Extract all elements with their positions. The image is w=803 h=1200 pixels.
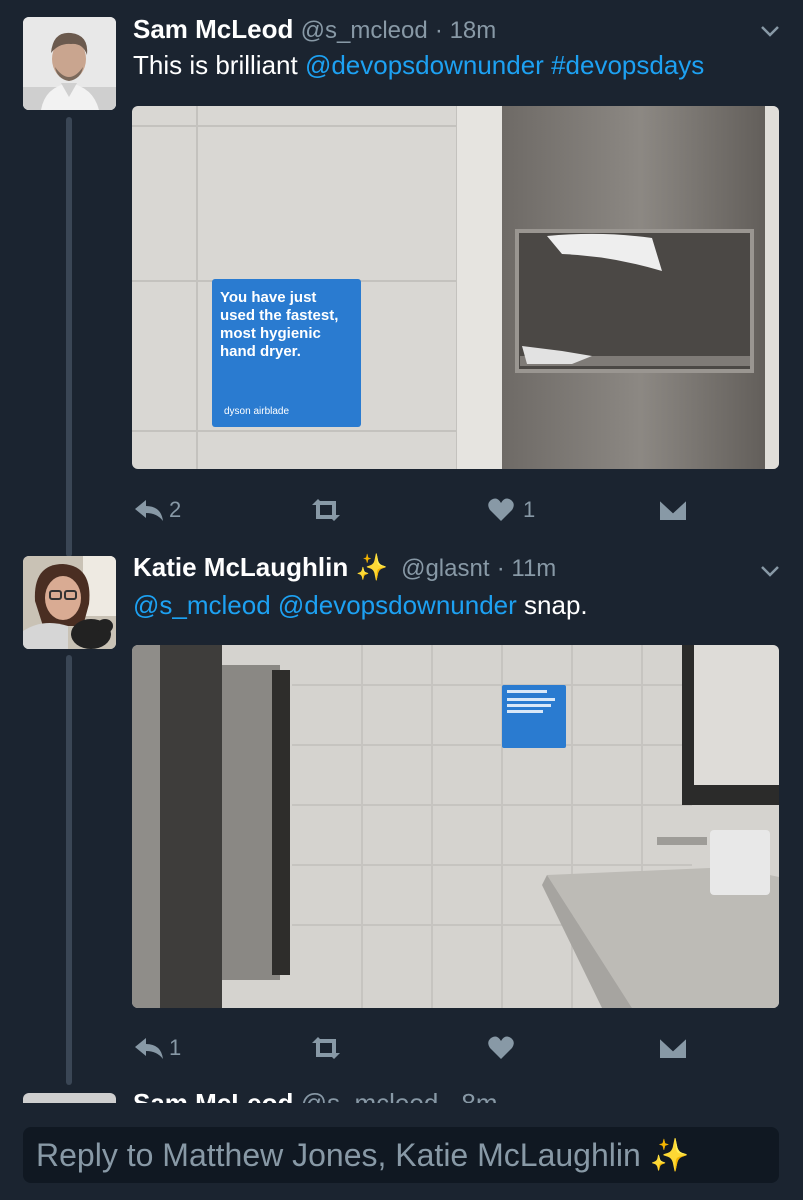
mention-link[interactable]: @devopsdownunder [305, 50, 544, 80]
sparkle-emoji: ✨ [355, 552, 388, 582]
mention-link[interactable]: @s_mcleod [133, 590, 271, 620]
tweet-text: This is brilliant @devopsdownunder #devo… [133, 50, 704, 80]
tweet[interactable]: Sam McLeod @s_mcleod · 18m This is brill… [0, 0, 803, 540]
bathroom-photo [132, 645, 779, 1008]
mention-link[interactable]: @devopsdownunder [278, 590, 517, 620]
reply-bar: Reply to Matthew Jones, Katie McLaughlin… [0, 1103, 803, 1200]
like-icon [488, 1036, 514, 1059]
author-handle[interactable]: @glasnt [401, 555, 489, 582]
avatar[interactable] [23, 17, 116, 110]
sign-text: You have just used the fastest, most hyg… [220, 289, 339, 360]
reply-icon [135, 1038, 163, 1059]
reply-button[interactable]: 2 [133, 490, 181, 530]
dyson-sign: You have just used the fastest, most hyg… [212, 279, 361, 427]
reply-input[interactable]: Reply to Matthew Jones, Katie McLaughlin… [23, 1127, 779, 1183]
chevron-down-icon[interactable] [759, 20, 781, 42]
sign-brand: dyson airblade [224, 406, 290, 417]
reply-count: 2 [169, 497, 182, 522]
reply-count: 1 [169, 1035, 182, 1060]
dm-icon [658, 1036, 688, 1060]
retweet-icon [312, 499, 340, 521]
tweet[interactable]: Katie McLaughlin ✨ @glasnt · 11m @s_mcle… [0, 540, 803, 1100]
tweet-image[interactable] [132, 645, 779, 1008]
reply-button[interactable]: 1 [133, 1028, 181, 1068]
tweet-header: Sam McLeod @s_mcleod · 18m [133, 14, 496, 46]
tweet-text: @s_mcleod @devopsdownunder snap. [133, 590, 588, 620]
avatar-photo [23, 17, 116, 110]
tweet-text-plain: This is brilliant [133, 50, 305, 80]
avatar-photo [23, 556, 116, 649]
dm-button[interactable] [658, 490, 688, 530]
dm-icon [658, 498, 688, 522]
tweet-actions: 1 [133, 1028, 783, 1068]
hashtag-link[interactable]: #devopsdays [551, 50, 704, 80]
retweet-icon [312, 1037, 340, 1059]
tweet-header: Katie McLaughlin ✨ @glasnt · 11m [133, 552, 556, 584]
tweet-text-plain: snap. [516, 590, 588, 620]
timestamp[interactable]: · 11m [497, 555, 557, 582]
retweet-button[interactable] [308, 490, 344, 530]
tweet-actions: 2 1 [133, 490, 783, 530]
like-count: 1 [523, 497, 536, 522]
author-name[interactable]: Sam McLeod [133, 14, 293, 44]
author-handle[interactable]: @s_mcleod [301, 17, 428, 44]
like-button[interactable]: 1 [487, 490, 535, 530]
dm-button[interactable] [658, 1028, 688, 1068]
retweet-button[interactable] [308, 1028, 344, 1068]
reply-icon [135, 500, 163, 521]
author-name[interactable]: Katie McLaughlin [133, 552, 348, 582]
avatar[interactable] [23, 556, 116, 649]
dyson-sign-small [502, 685, 566, 748]
like-button[interactable] [487, 1028, 515, 1068]
chevron-down-icon[interactable] [759, 560, 781, 582]
tweet-image[interactable]: You have just used the fastest, most hyg… [132, 106, 779, 469]
timestamp[interactable]: · 18m [435, 17, 496, 44]
like-icon [488, 498, 514, 521]
